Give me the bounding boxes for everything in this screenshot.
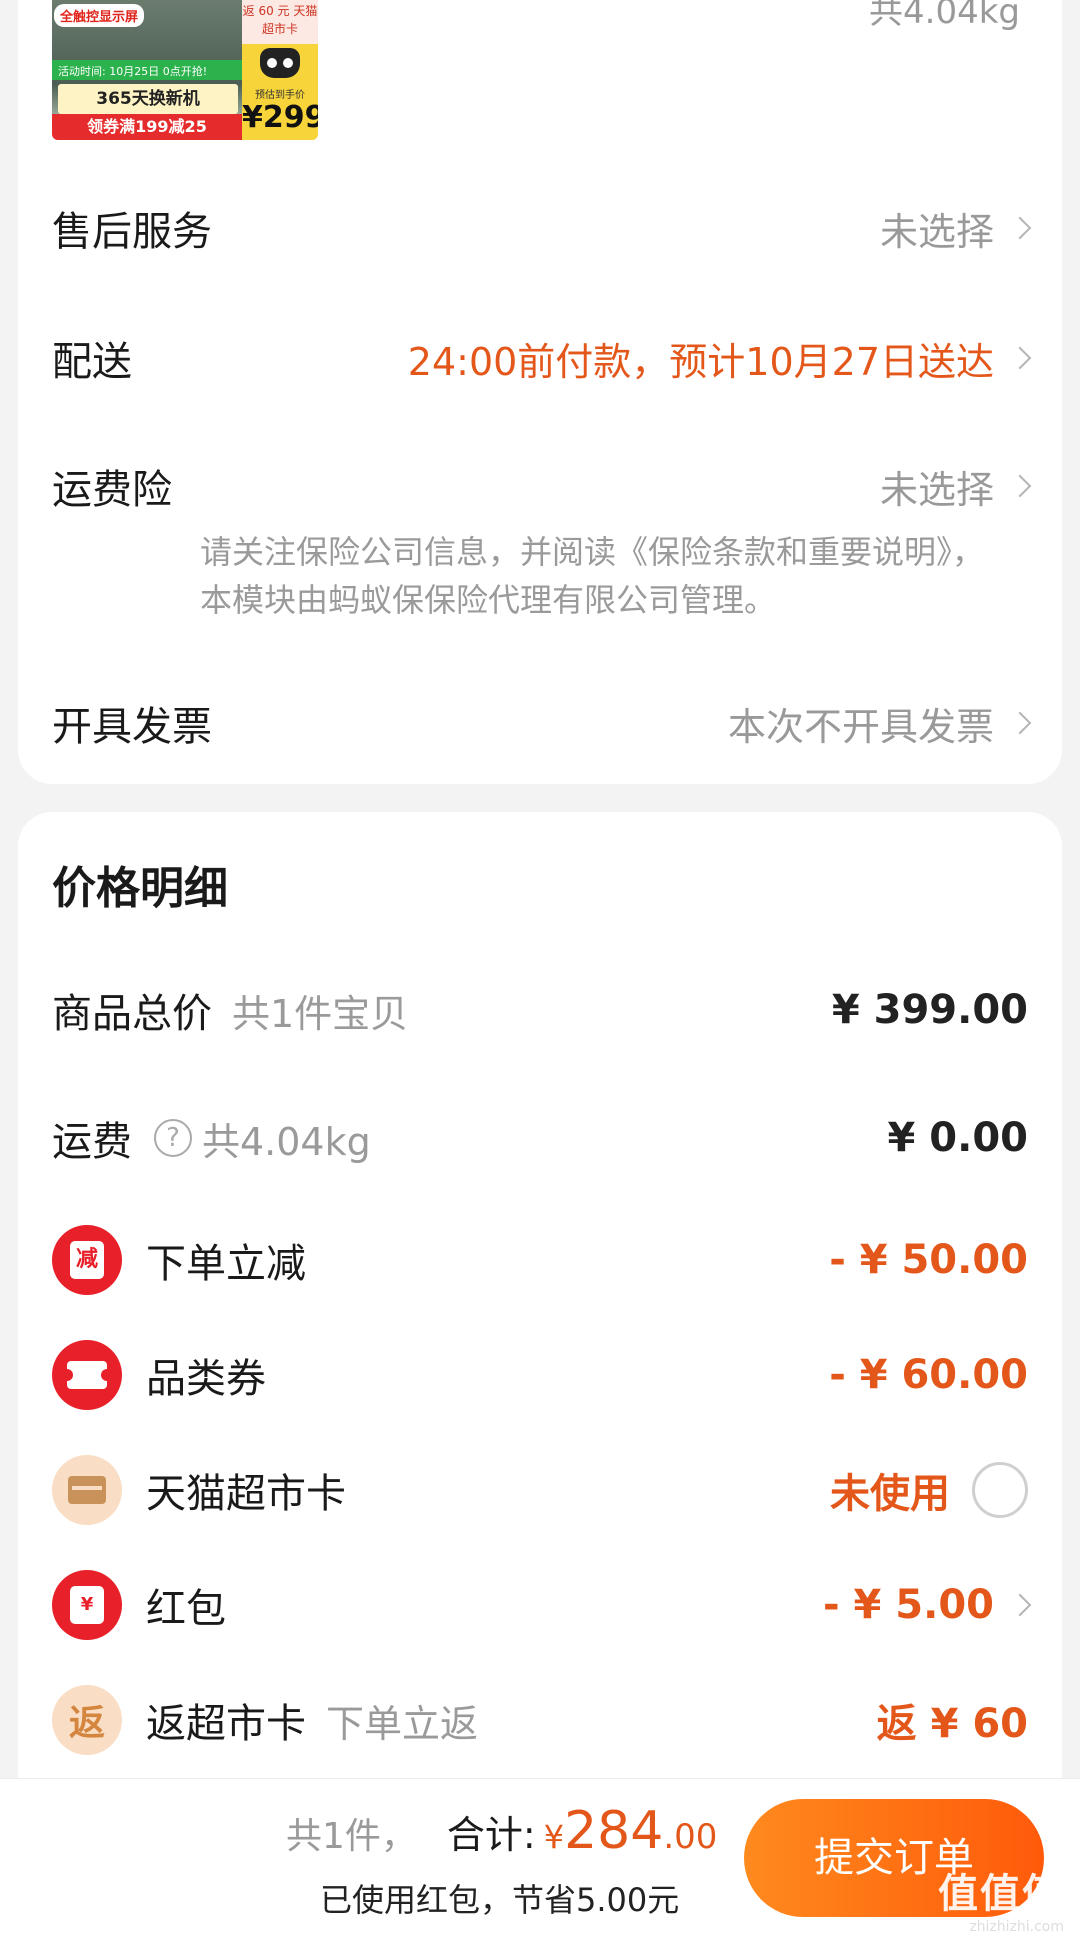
thumb-tag: 全触控显示屏 (54, 4, 145, 27)
thumb-side-top: 返 60 元 天猫超市卡 (242, 0, 318, 44)
category-coupon-left: 品类券 (52, 1340, 266, 1410)
red-packet-badge-text: ¥ (70, 1586, 104, 1624)
checkout-page: 全触控显示屏 活动时间: 10月25日 0点开抢! 365天换新机 领券满199… (0, 0, 1080, 1945)
card-shape (68, 1476, 106, 1504)
discount-badge-text: 减 (70, 1241, 104, 1279)
red-packet-icon: ¥ (52, 1570, 122, 1640)
watermark-logo: 值值值 (938, 1871, 1064, 1917)
thumb-price-label: 预估到手价 (255, 90, 305, 101)
shipping-fee-row: 运费 ? 共4.04kg ¥ 0.00 (52, 1102, 1028, 1174)
shipping-fee-left: 运费 ? 共4.04kg (52, 1109, 371, 1167)
total-amount-integer: 284 (564, 1801, 664, 1861)
after-sales-value-wrap: 未选择 (879, 201, 1032, 256)
chevron-right-icon (1008, 346, 1032, 370)
instant-discount-value: - ¥ 50.00 (829, 1237, 1028, 1283)
red-packet-label: 红包 (146, 1586, 226, 1632)
delivery-row[interactable]: 配送 24:00前付款，预计10月27日送达 (52, 328, 1032, 388)
shipping-fee-label: 运费 (52, 1119, 132, 1165)
cashback-card-label: 返超市卡 (146, 1701, 306, 1747)
shipping-insurance-value-wrap: 未选择 (879, 459, 1032, 514)
chevron-right-icon (1008, 1593, 1032, 1617)
cashback-card-sub: 下单立返 (326, 1701, 479, 1746)
order-options-card: 全触控显示屏 活动时间: 10月25日 0点开抢! 365天换新机 领券满199… (18, 0, 1062, 784)
watermark: 值值值 zhizhizhi.com (938, 1861, 1064, 1935)
tmall-cat-icon (260, 48, 300, 78)
cashback-card-row: 返 返超市卡 下单立返 返 ¥ 60 (52, 1684, 1028, 1756)
instant-discount-row: 减 下单立减 - ¥ 50.00 (52, 1224, 1028, 1296)
thumb-promo: 活动时间: 10月25日 0点开抢! (52, 60, 242, 80)
thumb-slogan: 365天换新机 (58, 84, 238, 114)
goods-total-row: 商品总价 共1件宝贝 ¥ 399.00 (52, 974, 1028, 1046)
red-packet-value-wrap: - ¥ 5.00 (823, 1582, 1032, 1628)
tmall-card-left: 天猫超市卡 (52, 1455, 346, 1525)
cashback-card-value: 返 ¥ 60 (876, 1701, 1028, 1747)
cashback-badge-icon: 返 (52, 1685, 122, 1755)
thumb-coupon: 领券满199减25 (52, 114, 242, 140)
radio-unchecked-icon[interactable] (972, 1462, 1028, 1518)
invoice-value: 本次不开具发票 (727, 704, 994, 749)
shipping-weight: 共4.04kg (202, 1119, 371, 1164)
thumb-price: ¥299 (242, 100, 318, 135)
product-weight: 共4.04kg (869, 0, 1020, 32)
invoice-row[interactable]: 开具发票 本次不开具发票 (52, 693, 1032, 753)
tmall-card-value-wrap: 未使用 (830, 1461, 1028, 1519)
product-thumbnail[interactable]: 全触控显示屏 活动时间: 10月25日 0点开抢! 365天换新机 领券满199… (52, 0, 318, 140)
category-coupon-label: 品类券 (146, 1356, 266, 1402)
price-detail-title: 价格明细 (52, 863, 228, 914)
after-sales-value: 未选择 (879, 209, 994, 254)
saving-note: 已使用红包，节省5.00元 (320, 1881, 680, 1919)
delivery-value-wrap: 24:00前付款，预计10月27日送达 (407, 331, 1032, 386)
help-circle-icon[interactable]: ? (154, 1119, 192, 1157)
after-sales-label: 售后服务 (52, 209, 212, 255)
goods-total-left: 商品总价 共1件宝贝 (52, 981, 408, 1039)
watermark-url: zhizhizhi.com (969, 1919, 1064, 1935)
cashback-card-left: 返 返超市卡 下单立返 (52, 1685, 478, 1755)
discount-badge-icon: 减 (52, 1225, 122, 1295)
shipping-insurance-value: 未选择 (879, 467, 994, 512)
shipping-insurance-label: 运费险 (52, 467, 172, 513)
total-currency: ¥ (543, 1818, 565, 1856)
invoice-value-wrap: 本次不开具发票 (727, 696, 1032, 751)
chevron-right-icon (1008, 711, 1032, 735)
after-sales-row[interactable]: 售后服务 未选择 (52, 198, 1032, 258)
total-label: 合计: (446, 1813, 536, 1857)
price-detail-card: 价格明细 商品总价 共1件宝贝 ¥ 399.00 运费 ? 共4.04kg ¥ … (18, 812, 1062, 1945)
goods-total-sub: 共1件宝贝 (232, 991, 409, 1036)
red-packet-row[interactable]: ¥ 红包 - ¥ 5.00 (52, 1569, 1032, 1641)
delivery-label: 配送 (52, 339, 132, 385)
thumb-side-panel: 返 60 元 天猫超市卡 预估到手价 ¥299 (242, 0, 318, 140)
insurance-note[interactable]: 请关注保险公司信息，并阅读《保险条款和重要说明》，本模块由蚂蚁保保险代理有限公司… (200, 528, 1000, 624)
shipping-fee-value: ¥ 0.00 (887, 1115, 1028, 1161)
item-count: 共1件， (286, 1816, 417, 1857)
chevron-right-icon (1008, 474, 1032, 498)
instant-discount-left: 减 下单立减 (52, 1225, 306, 1295)
checkout-bottom-bar: 共1件， 合计: ¥ 284 .00 已使用红包，节省5.00元 提交订单 值值… (0, 1778, 1080, 1945)
category-coupon-row[interactable]: 品类券 - ¥ 60.00 (52, 1339, 1028, 1411)
goods-total-label: 商品总价 (52, 991, 212, 1037)
card-icon (52, 1455, 122, 1525)
goods-total-value: ¥ 399.00 (831, 987, 1028, 1033)
shipping-insurance-row[interactable]: 运费险 未选择 (52, 456, 1032, 516)
chevron-right-icon (1008, 216, 1032, 240)
delivery-value: 24:00前付款，预计10月27日送达 (407, 339, 994, 384)
tmall-card-row[interactable]: 天猫超市卡 未使用 (52, 1454, 1028, 1526)
red-packet-left: ¥ 红包 (52, 1570, 226, 1640)
invoice-label: 开具发票 (52, 704, 212, 750)
instant-discount-label: 下单立减 (146, 1241, 306, 1287)
tmall-card-label: 天猫超市卡 (146, 1471, 346, 1517)
tmall-card-value: 未使用 (830, 1471, 950, 1517)
category-coupon-value: - ¥ 60.00 (829, 1352, 1028, 1398)
order-total: 共1件， 合计: ¥ 284 .00 (286, 1801, 717, 1861)
ticket-shape (61, 1361, 113, 1389)
red-packet-value: - ¥ 5.00 (823, 1582, 994, 1628)
ticket-icon (52, 1340, 122, 1410)
total-amount-decimal: .00 (663, 1817, 718, 1857)
cashback-badge-text: 返 (68, 1703, 105, 1744)
